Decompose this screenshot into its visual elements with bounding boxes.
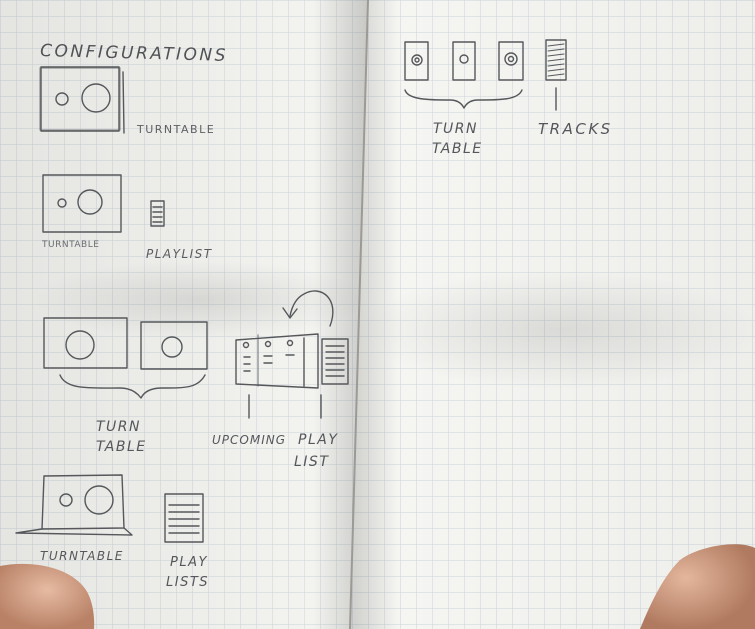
sketch-3-upcoming-label: UPCOMING xyxy=(212,433,286,447)
right-turntable-label-2: TABLE xyxy=(432,141,483,157)
sketch-4-turntable-label: TURNTABLE xyxy=(40,549,124,563)
sketch-4-playlists-label-1: PLAY xyxy=(170,555,208,570)
sketch-3-turntable-label-1: TURN xyxy=(96,419,141,435)
left-page xyxy=(0,0,370,629)
notebook-photo: CONFIGURATIONS TURNTABLE TURNTABLE PLAYL… xyxy=(0,0,755,629)
sketch-3-playlist-label-1: PLAY xyxy=(298,432,338,448)
sketch-4-playlists-label-2: LISTS xyxy=(166,575,209,590)
right-page xyxy=(350,0,755,629)
right-tracks-label: TRACKS xyxy=(538,120,613,138)
sketch-1-turntable-label: TURNTABLE xyxy=(136,123,215,136)
sketch-2-playlist-label: PLAYLIST xyxy=(146,247,213,261)
notebook-svg: CONFIGURATIONS TURNTABLE TURNTABLE PLAYL… xyxy=(0,0,755,629)
sketch-3-playlist-label-2: LIST xyxy=(294,454,329,470)
sketch-2-turntable-label: TURNTABLE xyxy=(41,240,99,250)
right-turntable-label-1: TURN xyxy=(433,121,478,137)
sketch-3-turntable-label-2: TABLE xyxy=(96,439,147,455)
turntable-edge-stroke xyxy=(122,71,125,134)
